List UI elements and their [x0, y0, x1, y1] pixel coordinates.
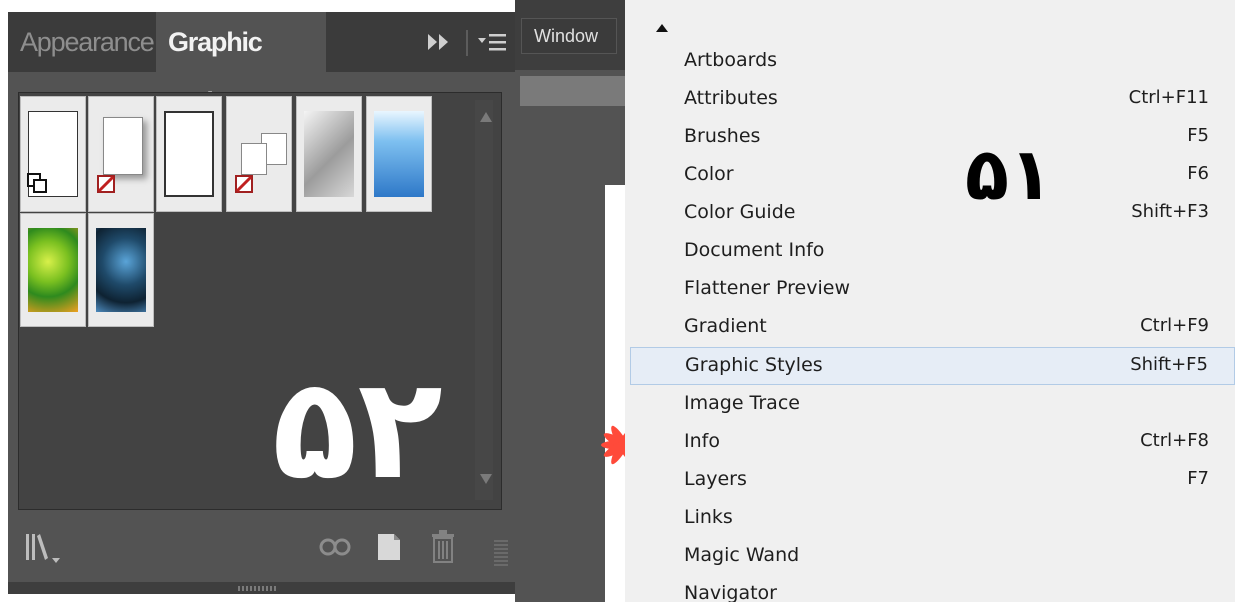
- flower-artwork-icon: [601, 425, 629, 465]
- break-link-icon[interactable]: [318, 528, 352, 566]
- panel-drag-grip-icon[interactable]: [238, 586, 278, 591]
- graphic-styles-library-icon[interactable]: [24, 528, 64, 568]
- menu-item-links[interactable]: Links: [630, 500, 1235, 538]
- menu-item-image-trace[interactable]: Image Trace: [630, 386, 1235, 424]
- collapse-panel-icon[interactable]: [426, 32, 452, 52]
- style-swatch-plain-white[interactable]: [156, 96, 222, 212]
- menu-item-shortcut: F7: [1187, 468, 1209, 489]
- panel-edge-left: [0, 0, 8, 602]
- menu-item-layers[interactable]: Layers F7: [630, 462, 1235, 500]
- new-graphic-style-icon[interactable]: [374, 528, 404, 566]
- menu-item-label: Navigator: [684, 582, 777, 602]
- menu-item-attributes[interactable]: Attributes Ctrl+F11: [630, 81, 1235, 119]
- tab-bar-divider: [466, 30, 468, 56]
- menu-item-navigator[interactable]: Navigator: [630, 576, 1235, 602]
- menu-item-label: Layers: [684, 468, 747, 490]
- menu-item-label: Color Guide: [684, 201, 796, 223]
- menu-item-shortcut: Ctrl+F11: [1128, 87, 1209, 108]
- annotation-number-52: ۵۲: [272, 348, 443, 511]
- window-dropdown-menu: Artboards Attributes Ctrl+F11 Brushes F5…: [625, 0, 1235, 602]
- menu-item-shortcut: Shift+F3: [1131, 201, 1209, 222]
- menu-item-label: Magic Wand: [684, 544, 800, 566]
- menu-item-label: Gradient: [684, 315, 767, 337]
- no-fill-icon: [97, 175, 115, 193]
- swatch-scrollbar[interactable]: [475, 100, 493, 500]
- graphic-styles-panel: Appearance Graphic Styles: [0, 0, 515, 602]
- resize-grip-icon[interactable]: [494, 540, 508, 566]
- menu-item-color-guide[interactable]: Color Guide Shift+F3: [630, 195, 1235, 233]
- style-swatch-no-stroke-shadow[interactable]: [88, 96, 154, 212]
- panel-tab-bar: Appearance Graphic Styles: [8, 12, 515, 117]
- menu-item-info[interactable]: Info Ctrl+F8: [630, 424, 1235, 462]
- scroll-up-icon[interactable]: [480, 112, 492, 122]
- menu-item-shortcut: Shift+F5: [1130, 354, 1208, 375]
- annotation-number-51: ۵۱: [965, 132, 1053, 216]
- panel-menu-icon[interactable]: [476, 30, 508, 56]
- menu-item-label: Graphic Styles: [685, 354, 823, 376]
- menu-item-label: Color: [684, 163, 734, 185]
- menu-item-artboards[interactable]: Artboards: [630, 43, 1235, 81]
- menu-item-shortcut: Ctrl+F8: [1140, 430, 1209, 451]
- menu-item-shortcut: Ctrl+F9: [1140, 315, 1209, 336]
- menu-item-label: Links: [684, 506, 733, 528]
- style-swatch-offset[interactable]: [226, 96, 292, 212]
- menu-item-color[interactable]: Color F6: [630, 157, 1235, 195]
- menu-item-graphic-styles[interactable]: Graphic Styles Shift+F5: [630, 347, 1235, 385]
- no-fill-icon: [235, 175, 253, 193]
- menu-item-document-info[interactable]: Document Info: [630, 233, 1235, 271]
- tab-appearance[interactable]: Appearance: [20, 12, 155, 72]
- window-menu-button[interactable]: Window: [521, 18, 617, 54]
- menu-item-gradient[interactable]: Gradient Ctrl+F9: [630, 309, 1235, 347]
- tab-graphic-styles[interactable]: Graphic Styles: [156, 12, 326, 117]
- menu-item-shortcut: F5: [1187, 125, 1209, 146]
- style-swatch-green-pattern[interactable]: [20, 213, 86, 327]
- menu-item-shortcut: F6: [1187, 163, 1209, 184]
- style-swatch-blue-swirl[interactable]: [88, 213, 154, 327]
- menu-item-label: Info: [684, 430, 720, 452]
- menu-item-brushes[interactable]: Brushes F5: [630, 119, 1235, 157]
- menu-item-label: Image Trace: [684, 392, 800, 414]
- menu-item-flattener-preview[interactable]: Flattener Preview: [630, 271, 1235, 309]
- style-swatch-gray-gradient[interactable]: [296, 96, 362, 212]
- menu-item-magic-wand[interactable]: Magic Wand: [630, 538, 1235, 576]
- panel-edge-bottom: [0, 594, 515, 602]
- menu-item-label: Document Info: [684, 239, 825, 261]
- control-panel-field: [520, 76, 625, 106]
- delete-style-icon[interactable]: [430, 528, 456, 566]
- menu-scroll-up-icon[interactable]: [656, 24, 668, 32]
- default-style-icon: [27, 173, 47, 193]
- style-swatch-blue-gradient[interactable]: [366, 96, 432, 212]
- menu-item-label: Brushes: [684, 125, 761, 147]
- menu-item-label: Attributes: [684, 87, 778, 109]
- menu-scroll-area: [625, 0, 1235, 42]
- panel-edge-top: [0, 0, 515, 12]
- scroll-down-icon[interactable]: [480, 474, 492, 484]
- menu-item-label: Flattener Preview: [684, 277, 850, 299]
- style-swatch-default[interactable]: [20, 96, 86, 212]
- menu-item-label: Artboards: [684, 49, 778, 71]
